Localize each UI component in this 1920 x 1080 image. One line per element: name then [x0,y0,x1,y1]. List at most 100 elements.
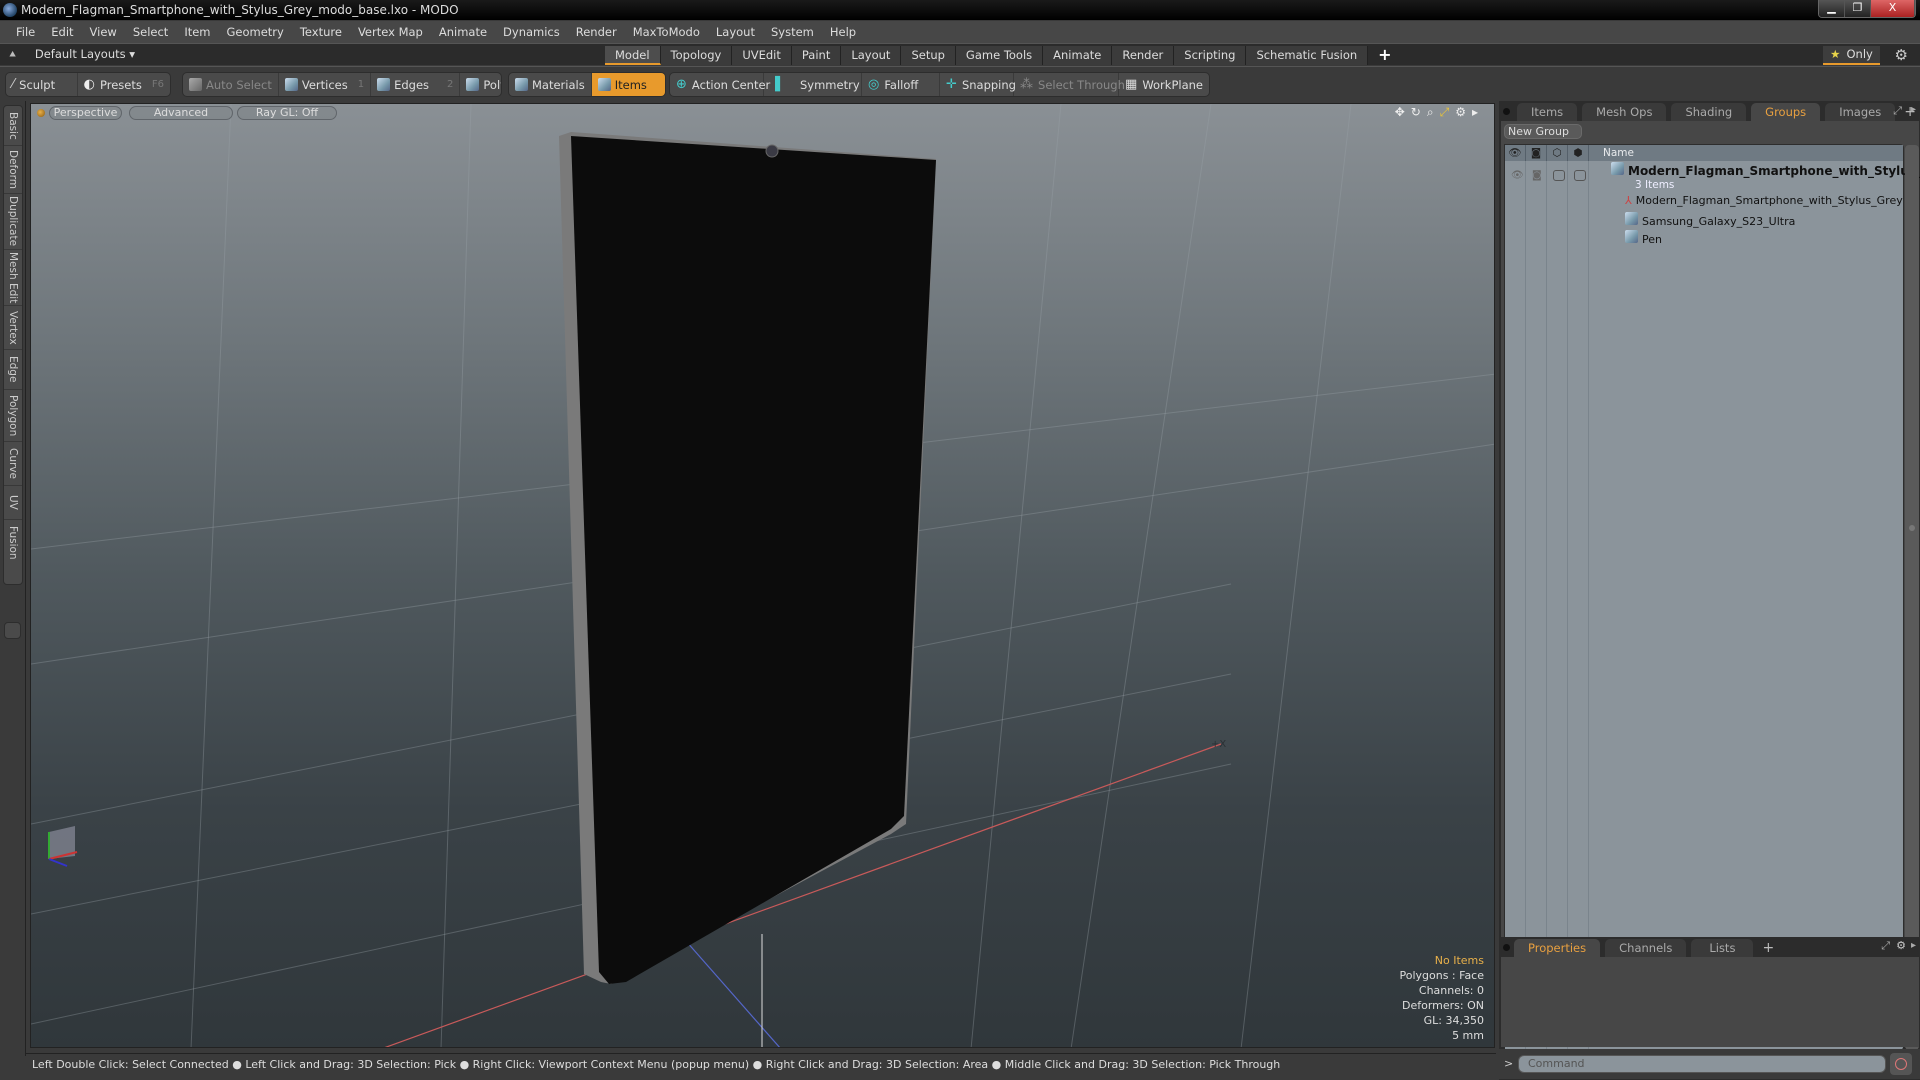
tree-scrollbar[interactable] [1905,145,1919,1050]
tab-images[interactable]: Images [1825,103,1896,121]
auto-select-button[interactable]: Auto Select [183,73,279,96]
action-center-button[interactable]: ⊕ Action Center [670,73,770,96]
new-group-button[interactable]: New Group [1504,124,1582,139]
tab-game-tools[interactable]: Game Tools [955,46,1044,65]
render-toggle-icon[interactable]: ◙ [1532,170,1544,181]
tab-channels[interactable]: Channels [1605,939,1687,957]
symmetry-button[interactable]: ▐ Symmetry [764,73,862,96]
vertices-button[interactable]: Vertices 1 [279,73,372,96]
menu-item[interactable]: Item [176,25,218,39]
tab-model[interactable]: Model [605,46,661,65]
tree-item[interactable]: Pen [1625,230,1662,246]
maximize-button[interactable]: ❐ [1845,0,1871,17]
tree-item[interactable]: Samsung_Galaxy_S23_Ultra [1625,212,1795,228]
collapse-arrow-icon[interactable]: ⯅ [8,47,17,61]
menu-maxtomodo[interactable]: MaxToModo [625,25,708,39]
tab-shading[interactable]: Shading [1671,103,1747,121]
properties-arrow-icon[interactable]: ▸ [1911,940,1916,951]
menu-help[interactable]: Help [822,25,864,39]
add-tab-button[interactable]: + [1368,46,1401,65]
tab-animate[interactable]: Animate [1043,46,1113,65]
tab-schematic-fusion[interactable]: Schematic Fusion [1246,46,1369,65]
menu-file[interactable]: File [8,25,43,39]
menu-select[interactable]: Select [125,25,176,39]
menu-edit[interactable]: Edit [43,25,81,39]
sculpt-button[interactable]: ⁄ Sculpt [6,73,78,96]
viewport-gear-icon[interactable]: ⚙ [1455,105,1466,120]
expand-icon[interactable]: ⤢ [1893,104,1902,118]
group-row[interactable]: Modern_Flagman_Smartphone_with_Stylus_ .… [1611,162,1920,178]
side-tab-edge[interactable]: Edge [4,350,22,390]
tab-lists[interactable]: Lists [1691,939,1754,957]
name-column-header[interactable]: Name [1589,145,1634,161]
panel-arrow-icon[interactable]: ▸ [1911,104,1916,115]
menu-system[interactable]: System [763,25,822,39]
maximize-viewport-icon[interactable]: ⤢ [1440,105,1450,120]
tab-properties[interactable]: Properties [1514,939,1601,957]
materials-button[interactable]: Materials [509,73,592,96]
edges-button[interactable]: Edges 2 [371,73,461,96]
3d-viewport[interactable]: +X Perspective Advanced Ray GL: Off ✥ ↻ … [30,103,1495,1048]
side-tab-vertex[interactable]: Vertex [4,306,22,350]
default-layouts-dropdown[interactable]: ⯅ Default Layouts ▾ [8,47,135,62]
menu-view[interactable]: View [82,25,125,39]
select-through-button[interactable]: ⁂ Select Through [1014,73,1125,96]
shading-dropdown[interactable]: Advanced [129,106,233,120]
falloff-button[interactable]: ◎ Falloff [862,73,941,96]
add-properties-tab-button[interactable]: + [1758,939,1778,957]
items-button[interactable]: Items5 [591,73,665,96]
select-toggle[interactable] [1574,170,1586,181]
render-column-icon[interactable]: ◙ [1526,145,1547,161]
minimize-button[interactable]: ▁ [1819,0,1845,17]
tab-setup[interactable]: Setup [901,46,956,65]
tab-render[interactable]: Render [1112,46,1175,65]
presets-button[interactable]: ◐ Presets F6 [78,73,170,96]
snapping-button[interactable]: ✛ Snapping [940,73,1016,96]
tab-mesh-ops[interactable]: Mesh Ops [1582,103,1667,121]
menu-animate[interactable]: Animate [431,25,495,39]
close-button[interactable]: X [1871,0,1915,17]
visibility-toggle-icon[interactable]: 👁 [1511,170,1524,181]
tab-items[interactable]: Items [1517,103,1578,121]
smartphone-model[interactable] [559,132,936,984]
select-column-icon[interactable]: ⬢ [1568,145,1589,161]
side-tab-polygon[interactable]: Polygon [4,390,22,442]
menu-vertex-map[interactable]: Vertex Map [350,25,431,39]
panel-menu-dot[interactable] [1503,108,1510,115]
visibility-column-icon[interactable]: 👁 [1505,145,1526,161]
properties-expand-icon[interactable]: ⤢ [1881,939,1890,953]
view-mode-dropdown[interactable]: Perspective [49,106,122,120]
properties-menu-dot[interactable] [1503,944,1510,951]
tab-layout[interactable]: Layout [841,46,902,65]
menu-texture[interactable]: Texture [292,25,350,39]
polygons-button[interactable]: Polygons [460,73,501,96]
side-tab-uv[interactable]: UV [4,486,22,520]
lock-toggle[interactable] [1553,170,1565,181]
tab-paint[interactable]: Paint [791,46,842,65]
menu-dynamics[interactable]: Dynamics [495,25,568,39]
tab-scripting[interactable]: Scripting [1174,46,1247,65]
workplane-button[interactable]: ▦ WorkPlane [1119,73,1209,96]
properties-gear-icon[interactable]: ⚙ [1896,939,1906,952]
side-tab-curve[interactable]: Curve [4,442,22,486]
tab-topology[interactable]: Topology [660,46,733,65]
menu-layout[interactable]: Layout [708,25,763,39]
zoom-icon[interactable]: ⌕ [1427,105,1434,120]
lock-column-icon[interactable]: ⬡ [1547,145,1568,161]
tree-item[interactable]: ⅄ Modern_Flagman_Smartphone_with_Stylus_G… [1625,194,1903,207]
tab-groups[interactable]: Groups [1751,103,1821,121]
menu-render[interactable]: Render [568,25,625,39]
tab-uvedit[interactable]: UVEdit [732,46,792,65]
raygl-toggle[interactable]: Ray GL: Off [237,106,337,120]
side-tab-duplicate[interactable]: Duplicate [4,194,22,250]
menu-geometry[interactable]: Geometry [219,25,292,39]
side-tab-deform[interactable]: Deform [4,146,22,194]
viewport-arrow-icon[interactable]: ▸ [1472,105,1478,120]
side-tab-basic[interactable]: Basic [4,106,22,146]
viewport-menu-dot[interactable] [37,109,45,117]
pan-icon[interactable]: ✥ [1395,105,1405,120]
command-input[interactable]: Command [1518,1055,1886,1073]
gear-icon[interactable]: ⚙ [1895,46,1908,64]
palette-toggle-button[interactable] [4,622,21,639]
only-toggle[interactable]: ★ Only [1823,46,1880,65]
